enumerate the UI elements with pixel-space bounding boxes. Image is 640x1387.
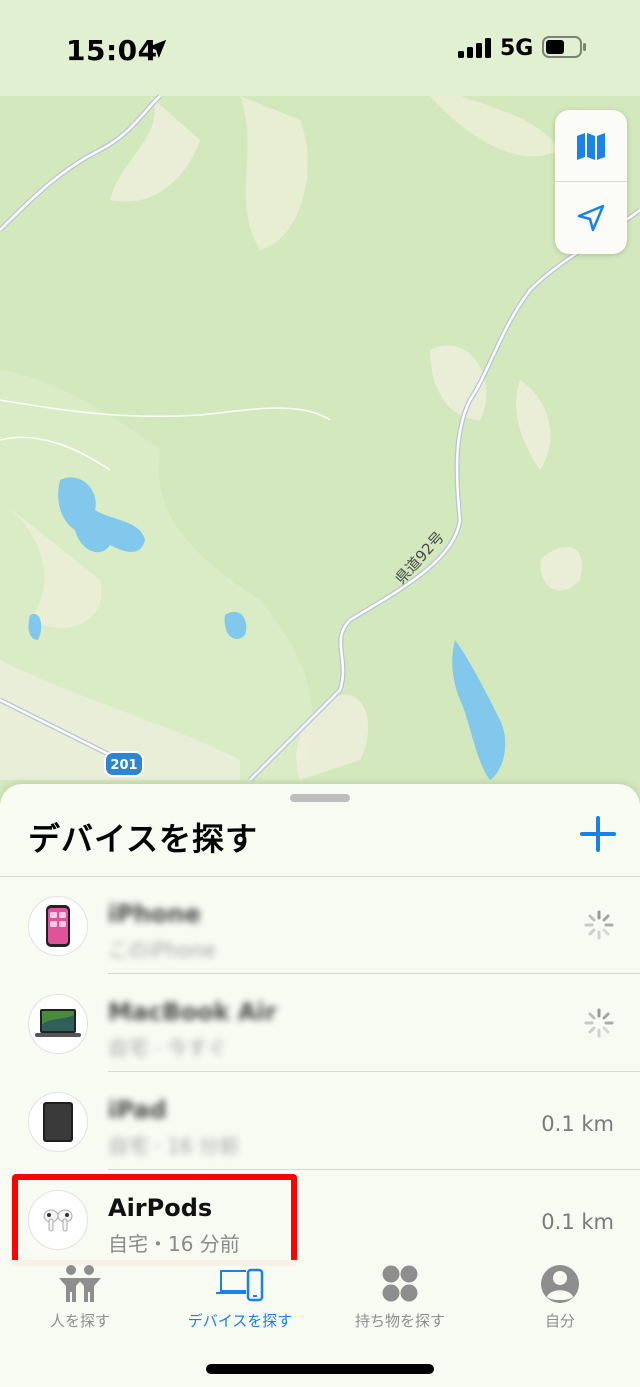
map-view[interactable]: 県道92号 201 (0, 0, 640, 800)
device-detail: 自宅 · 16 分前 (108, 1134, 239, 1158)
device-distance: 0.1 km (541, 1112, 614, 1136)
tab-me[interactable]: 自分 (480, 1260, 640, 1340)
location-arrow-outline-icon (577, 204, 605, 232)
location-arrow-icon (147, 39, 167, 59)
loading-spinner-icon (584, 910, 614, 940)
tab-label: 人を探す (49, 1312, 110, 1330)
macbook-icon (28, 994, 88, 1054)
items-icon (382, 1265, 418, 1302)
loading-spinner-icon (584, 1008, 614, 1038)
status-time: 15:04 (66, 34, 158, 67)
device-row-ipad[interactable]: iPad 自宅 · 16 分前 0.1 km (0, 1072, 640, 1170)
me-icon (541, 1265, 579, 1303)
tab-devices[interactable]: デバイスを探す (160, 1260, 320, 1340)
svg-text:201: 201 (110, 758, 137, 773)
device-name: iPhone (108, 900, 201, 928)
signal-icon (458, 38, 491, 58)
device-name: MacBook Air (108, 998, 277, 1026)
network-type: 5G (500, 36, 534, 61)
device-distance: 0.1 km (541, 1210, 614, 1234)
device-detail: 自宅 · 今すぐ (108, 1036, 228, 1060)
tab-label: 自分 (544, 1312, 575, 1330)
battery-icon (542, 36, 586, 58)
sheet-grabber[interactable] (290, 794, 350, 802)
map-icon (577, 132, 605, 160)
tab-label: デバイスを探す (187, 1312, 293, 1330)
highlight-box (12, 1174, 297, 1266)
device-row-iphone[interactable]: iPhone このiPhone (0, 876, 640, 974)
current-location-button[interactable] (555, 182, 627, 254)
tab-items[interactable]: 持ち物を探す (320, 1260, 480, 1340)
route-shield: 201 (104, 751, 144, 777)
iphone-icon (28, 896, 88, 956)
devices-icon (216, 1268, 264, 1302)
sheet-title: デバイスを探す (28, 820, 259, 858)
tab-label: 持ち物を探す (354, 1312, 445, 1330)
status-bar: 15:04 5G (0, 0, 640, 96)
people-icon (59, 1265, 101, 1302)
tab-people[interactable]: 人を探す (0, 1260, 160, 1340)
device-row-macbook[interactable]: MacBook Air 自宅 · 今すぐ (0, 974, 640, 1072)
device-name: iPad (108, 1096, 167, 1124)
add-device-button[interactable] (578, 814, 618, 854)
ipad-icon (28, 1092, 88, 1152)
home-indicator[interactable] (206, 1364, 434, 1374)
map-mode-button[interactable] (555, 110, 627, 182)
device-detail: このiPhone (108, 938, 216, 962)
map-controls (555, 110, 627, 254)
